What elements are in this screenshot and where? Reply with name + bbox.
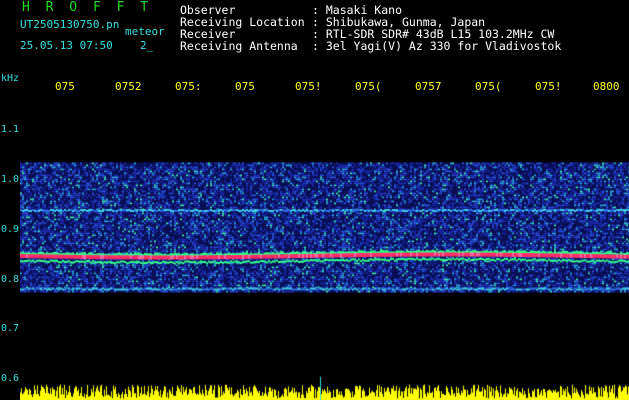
time-tick-label: 075(: [355, 80, 382, 93]
time-tick-label: 075(: [475, 80, 502, 93]
y-tick-label: 0.6: [1, 373, 20, 384]
time-tick-label: 0752: [115, 80, 142, 93]
y-tick-label: 0.7: [1, 323, 20, 334]
y-tick-label: 0.9: [1, 224, 20, 235]
file-name: UT2505130750.pn: [20, 18, 120, 31]
app-title: H R O F F T: [22, 0, 153, 15]
time-tick-label: 075:: [175, 80, 202, 93]
time-tick-label: 0800: [593, 80, 620, 93]
date-time: 25.05.13 07:50: [20, 39, 113, 52]
y-tick-label: 1.1: [1, 124, 20, 135]
mode-label: meteor: [125, 25, 165, 38]
time-tick-label: 075!: [535, 80, 562, 93]
time-tick-label: 0757: [415, 80, 442, 93]
antenna-label: Receiving Antenna: [180, 39, 298, 53]
detection-count: 2_: [140, 39, 154, 52]
y-axis-unit: kHz: [1, 73, 20, 84]
antenna-value: : 3el Yagi(V) Az 330 for Vladivostok: [312, 39, 562, 53]
time-tick-label: 075!: [295, 80, 322, 93]
y-tick-label: 1.0: [1, 174, 20, 185]
spectrogram: [20, 96, 629, 400]
y-tick-label: 0.8: [1, 274, 20, 285]
time-tick-label: 075: [235, 80, 255, 93]
time-tick-label: 075: [55, 80, 75, 93]
